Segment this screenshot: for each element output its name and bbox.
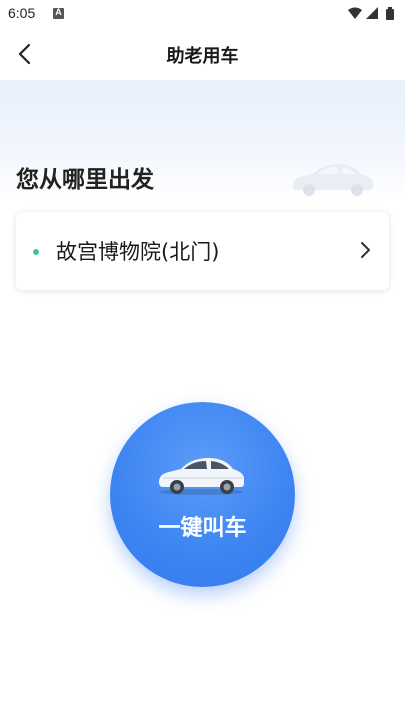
hero-banner: 您从哪里出发 [0,80,405,200]
battery-icon [386,7,394,20]
status-icons [347,6,399,22]
nav-bar: 助老用车 [0,28,405,80]
signal-icon [366,7,378,19]
start-location-name: 故宫博物院(北门) [56,240,220,264]
car-icon [159,458,244,495]
page-title: 助老用车 [166,46,239,67]
location-dot [33,249,39,255]
car-illustration-icon [293,164,373,196]
chevron-right-icon [361,242,370,258]
status-bar: 6:05 A [0,0,405,28]
wifi-icon [348,7,362,19]
status-time: 6:05 [8,5,36,21]
start-location-card[interactable]: 故宫博物院(北门) [16,212,389,290]
a-square-icon: A [53,7,64,19]
one-tap-call-car-button[interactable]: 一键叫车 [110,402,295,587]
call-car-label: 一键叫车 [158,516,247,541]
hero-title: 您从哪里出发 [16,167,154,193]
